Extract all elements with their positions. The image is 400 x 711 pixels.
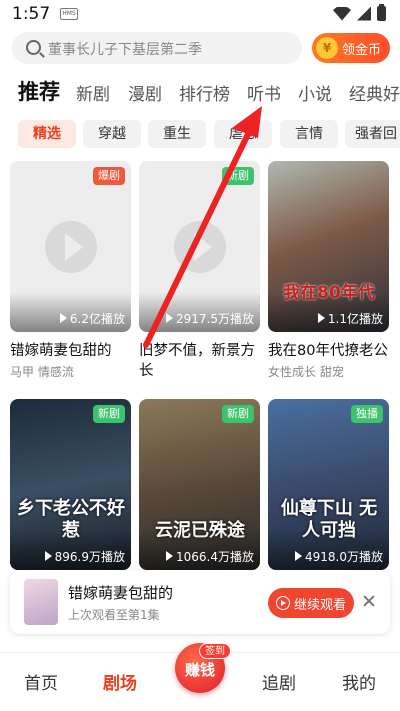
nav-mine[interactable]: 我的 [342,669,376,694]
bottom-navigation: 首页 剧场 赚钱 签到 追剧 我的 [0,643,400,711]
tab-audiobook[interactable]: 听书 [247,80,281,105]
tab-classic[interactable]: 经典好 [349,80,400,105]
new-badge: 新剧 [222,405,254,423]
play-count: 1.1亿播放 [317,310,383,327]
play-icon [317,313,325,323]
nav-theater[interactable]: 剧场 [103,669,137,694]
play-count: 4918.0万播放 [295,548,383,565]
drama-poster: 爆剧 6.2亿播放 [10,161,131,332]
play-icon [166,313,173,323]
battery-icon [377,4,386,21]
play-count: 1066.4万播放 [166,548,254,565]
drama-tags: 女性成长 甜宠 [268,365,344,379]
drama-poster: 云泥已殊途 新剧 1066.4万播放 [139,399,260,570]
drama-poster: 仙尊下山 无人可挡 独播 4918.0万播放 [268,399,389,570]
new-badge: 新剧 [222,167,254,185]
hot-badge: 爆剧 [93,167,125,185]
coin-icon: ¥ [316,37,338,59]
status-bar: 1:57 HMS [0,0,400,28]
drama-title: 错嫁萌妻包甜的 [10,343,112,359]
wifi-icon [333,6,351,21]
exclusive-badge: 独播 [351,405,383,423]
play-count: 2917.5万播放 [166,310,254,327]
drama-title: 旧梦不值，新景方长 [139,343,255,379]
search-placeholder: 董事长儿子下基层第二季 [48,42,202,58]
play-count: 896.9万播放 [44,548,125,565]
hms-icon: HMS [60,8,78,20]
play-icon [295,551,302,561]
continue-progress: 上次观看至第1集 [68,608,160,622]
placeholder-play-icon [174,221,226,273]
chip-featured[interactable]: 精选 [18,120,76,148]
drama-poster: 乡下老公不好惹 新剧 896.9万播放 [10,399,131,570]
genre-chips: 精选 穿越 重生 虐恋 言情 强者回 [0,120,400,148]
search-input[interactable]: 董事长儿子下基层第二季 [12,32,302,64]
continue-button-label: 继续观看 [293,597,346,613]
status-time: 1:57 [12,4,51,24]
play-icon [59,313,67,323]
claim-coins-button[interactable]: ¥ 领金币 [312,33,390,63]
drama-poster: 新剧 2917.5万播放 [139,161,260,332]
claim-coins-label: 领金币 [342,42,382,58]
category-tabs: 推荐 新剧 漫剧 排行榜 听书 小说 经典好 [0,74,400,108]
tab-recommend[interactable]: 推荐 [18,76,60,106]
drama-title: 我在80年代撩老公 [268,343,388,359]
chip-rebirth[interactable]: 重生 [148,120,206,148]
checkin-badge: 签到 [199,643,231,659]
play-circle-icon [275,596,290,610]
continue-thumbnail [24,579,58,625]
placeholder-play-icon [45,221,97,273]
chip-abuse-love[interactable]: 虐恋 [214,120,272,148]
tab-ranking[interactable]: 排行榜 [179,80,230,105]
drama-poster: 我在80年代 1.1亿播放 [268,161,389,332]
nav-following[interactable]: 追剧 [262,669,296,694]
search-icon [26,40,41,55]
signal-icon [357,6,371,21]
nav-home[interactable]: 首页 [24,669,58,694]
close-icon[interactable] [362,594,376,608]
tab-new-drama[interactable]: 新剧 [76,80,110,105]
new-badge: 新剧 [93,405,125,423]
play-icon [166,551,173,561]
continue-title: 错嫁萌妻包甜的 [68,584,174,602]
play-icon [44,551,52,561]
drama-tags: 马甲 情感流 [10,365,74,379]
play-count: 6.2亿播放 [59,310,125,327]
status-icons [333,4,386,21]
continue-watching-bar[interactable]: 错嫁萌妻包甜的 上次观看至第1集 继续观看 [10,570,390,634]
continue-watching-button[interactable]: 继续观看 [268,588,354,618]
chip-strong-return[interactable]: 强者回 [345,120,400,148]
chip-time-travel[interactable]: 穿越 [83,120,141,148]
tab-novel[interactable]: 小说 [298,80,332,105]
chip-romance[interactable]: 言情 [280,120,338,148]
tab-comic-drama[interactable]: 漫剧 [128,80,162,105]
